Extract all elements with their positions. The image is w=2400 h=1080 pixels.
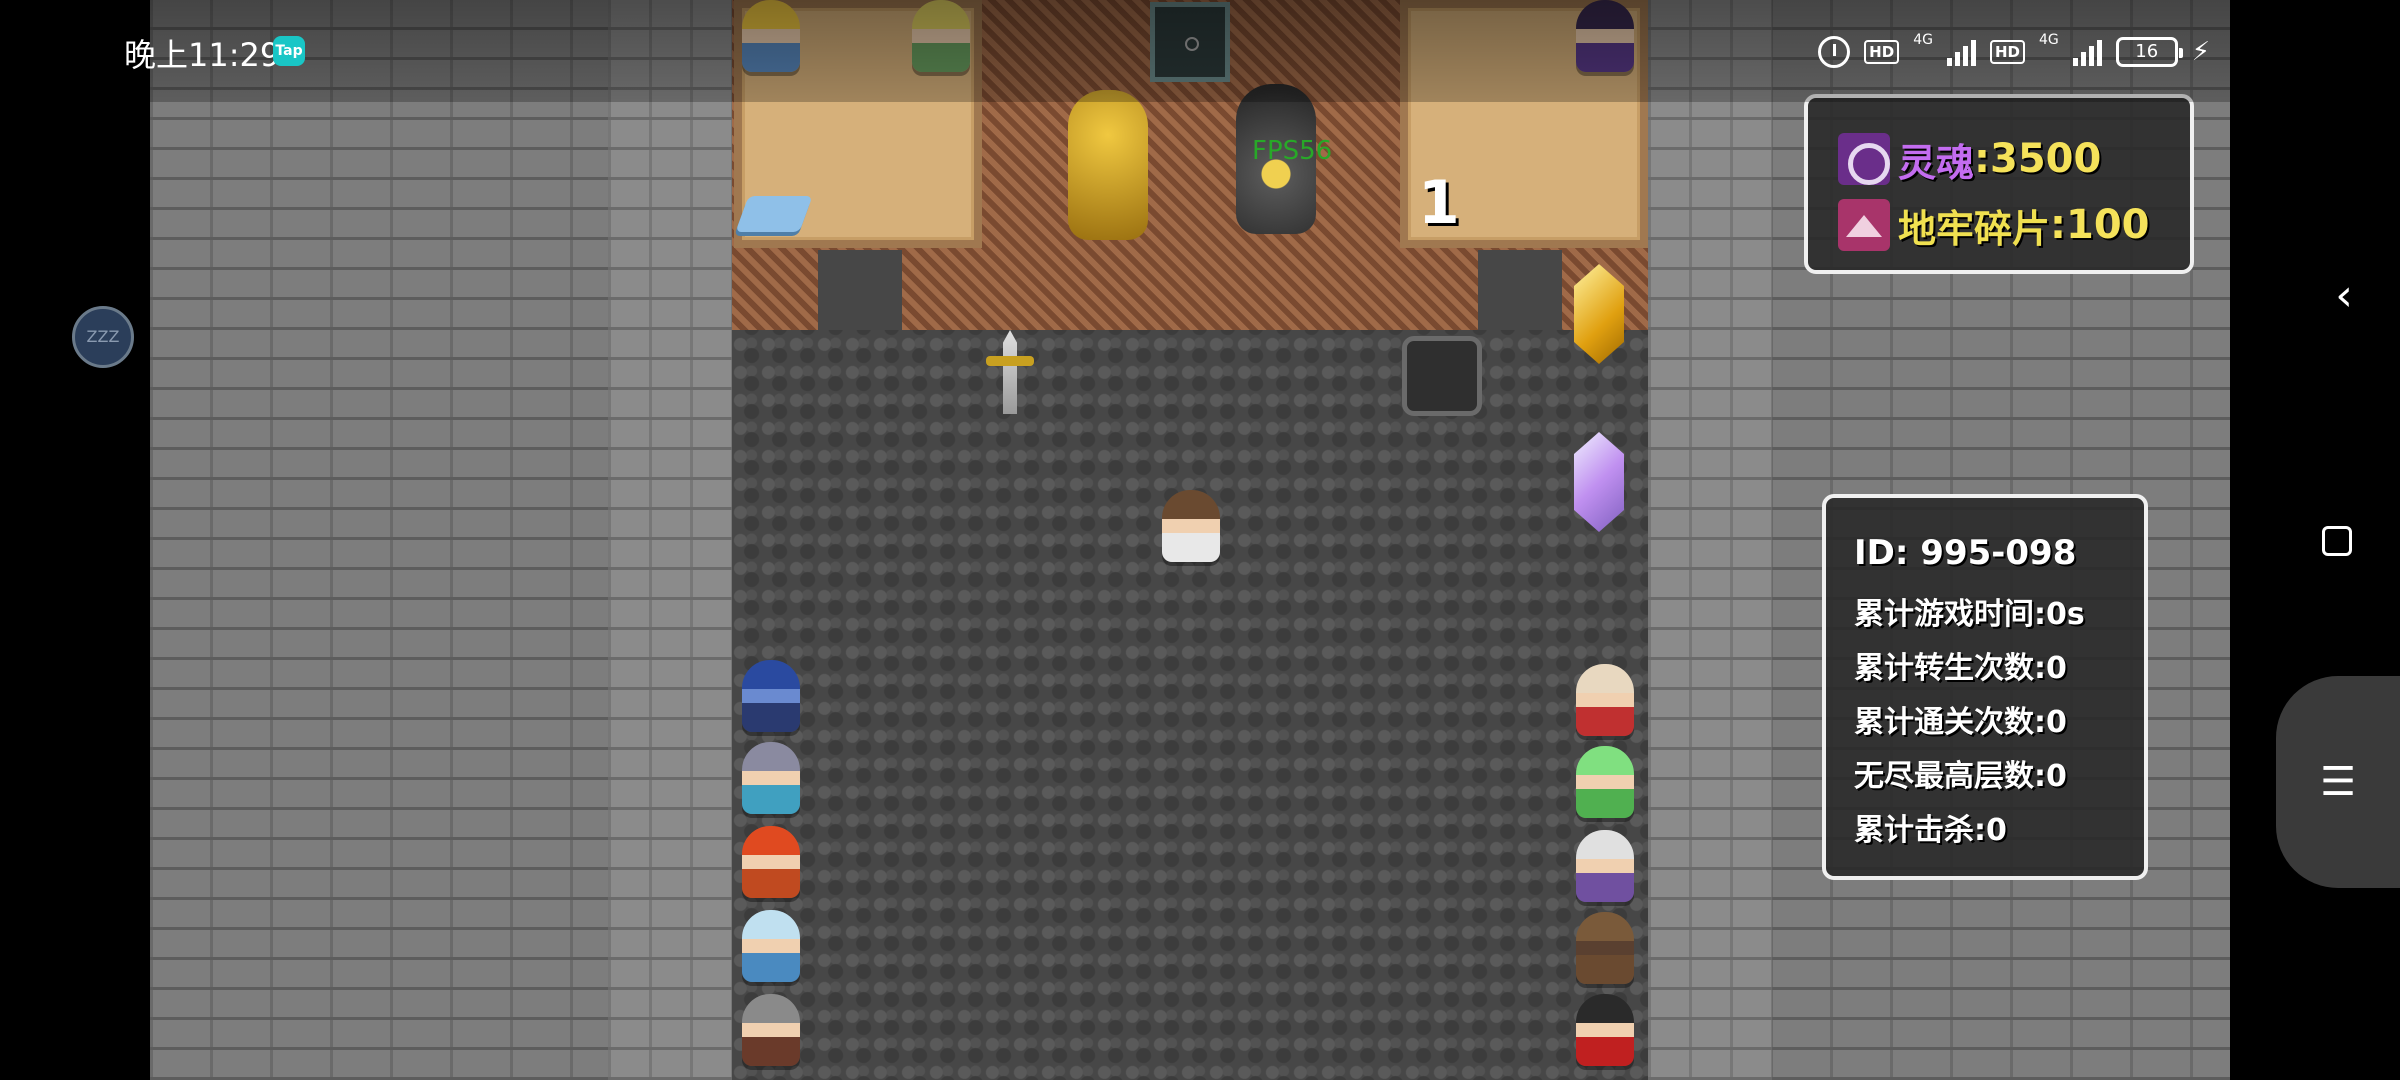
- floating-sleep-button[interactable]: ZZZ: [72, 306, 134, 368]
- fragment-value: :100: [2050, 202, 2150, 248]
- stats-panel: ID: 995-098 累计游戏时间:0s 累计转生次数:0 累计通关次数:0 …: [1822, 494, 2148, 880]
- phone-status-bar: 晚上11:29 Tap HD 4G HD 4G 16 ⚡: [0, 0, 2400, 102]
- floor-gap: [1478, 250, 1562, 330]
- network-type-1: 4G: [1913, 32, 1933, 48]
- fps-counter: FPS56: [1252, 136, 1333, 166]
- status-icons: HD 4G HD 4G 16 ⚡: [1818, 32, 2210, 72]
- soul-icon: [1838, 133, 1890, 185]
- golden-statue[interactable]: [1068, 90, 1148, 240]
- alarm-icon: [1818, 36, 1851, 68]
- fragment-row: 地牢碎片 :100: [1838, 192, 2190, 258]
- player-id: ID: 995-098: [1854, 533, 2077, 573]
- signal-icon-2: [2072, 38, 2102, 66]
- battery-icon: 16: [2115, 37, 2183, 67]
- sword-item[interactable]: [1003, 330, 1017, 414]
- npc-right-2[interactable]: [1576, 746, 1634, 818]
- hd-badge-1: HD: [1864, 40, 1900, 64]
- menu-hamburger-icon[interactable]: ☰: [2276, 676, 2400, 888]
- npc-right-4[interactable]: [1576, 912, 1634, 984]
- fragment-label: 地牢碎片: [1898, 206, 2051, 251]
- stone-tablet[interactable]: [1402, 336, 1482, 416]
- taptap-icon: Tap: [273, 36, 305, 66]
- book-item[interactable]: [735, 196, 813, 232]
- npc-left-2[interactable]: [742, 742, 800, 814]
- charging-icon: ⚡: [2191, 37, 2210, 67]
- total-rebirths: 累计转生次数:0: [1854, 651, 2067, 686]
- endless-highest-floor: 无尽最高层数:0: [1854, 759, 2067, 794]
- soul-value: :3500: [1974, 136, 2102, 182]
- total-play-time: 累计游戏时间:0s: [1854, 597, 2085, 632]
- stone-pillar-right: [1648, 0, 1772, 1080]
- floor-number: 1: [1418, 168, 1460, 238]
- npc-left-1[interactable]: [742, 660, 800, 732]
- home-square-icon[interactable]: [2322, 526, 2352, 556]
- floor-gap: [818, 250, 902, 330]
- sword-guard: [986, 356, 1034, 366]
- npc-left-3[interactable]: [742, 826, 800, 898]
- total-clears: 累计通关次数:0: [1854, 705, 2067, 740]
- stone-pillar-left: [608, 0, 732, 1080]
- total-kills: 累计击杀:0: [1854, 813, 2007, 848]
- dungeon-fragment-icon: [1838, 199, 1890, 251]
- signal-icon-1: [1946, 38, 1976, 66]
- npc-left-4[interactable]: [742, 910, 800, 982]
- currency-panel: 灵魂 :3500 地牢碎片 :100: [1804, 94, 2194, 274]
- soul-row: 灵魂 :3500: [1838, 126, 2190, 192]
- back-chevron-left-icon[interactable]: ‹: [2324, 270, 2364, 321]
- npc-left-5[interactable]: [742, 994, 800, 1066]
- player-character[interactable]: [1162, 490, 1220, 562]
- npc-right-1[interactable]: [1576, 664, 1634, 736]
- soul-label: 灵魂: [1898, 140, 1975, 185]
- network-type-2: 4G: [2038, 32, 2059, 48]
- clock: 晚上11:29: [124, 36, 281, 74]
- npc-right-5[interactable]: [1576, 994, 1634, 1066]
- npc-right-3[interactable]: [1576, 830, 1634, 902]
- hd-badge-2: HD: [1989, 40, 2025, 64]
- system-navigation-bar: [2230, 0, 2400, 1080]
